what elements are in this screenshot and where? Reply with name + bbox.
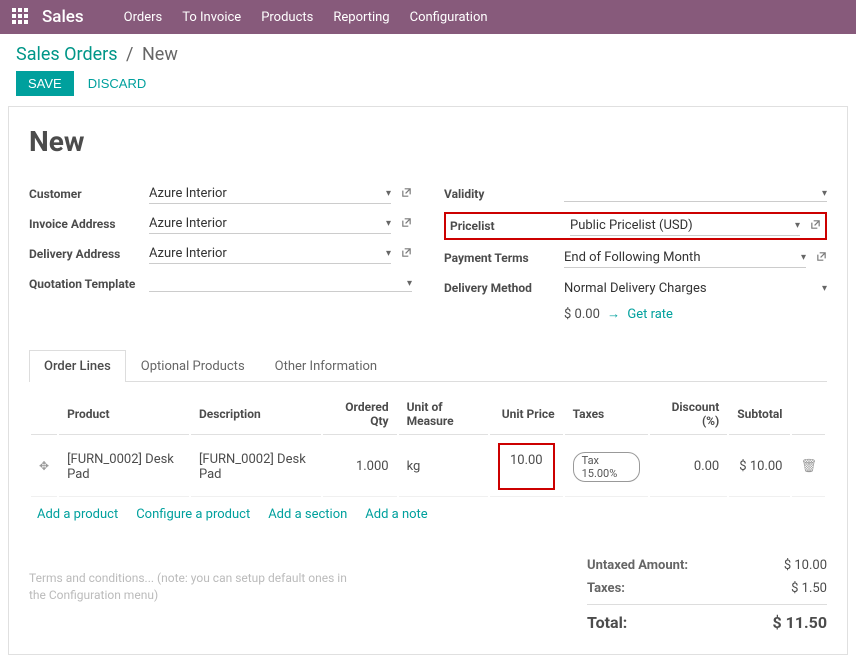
caret-icon[interactable]: ▾ — [822, 188, 827, 199]
customer-label: Customer — [29, 187, 149, 201]
menu-reporting[interactable]: Reporting — [333, 10, 389, 25]
breadcrumb-current: New — [142, 44, 178, 65]
app-name: Sales — [42, 7, 84, 27]
cell-description[interactable]: [FURN_0002] Desk Pad — [191, 437, 321, 497]
payment-label: Payment Terms — [444, 251, 564, 265]
get-rate-link[interactable]: Get rate — [627, 307, 673, 322]
page-title: New — [29, 125, 827, 158]
form-sheet: New Customer Azure Interior ▾ Invoice Ad… — [8, 106, 848, 655]
cell-product[interactable]: [FURN_0002] Desk Pad — [59, 437, 189, 497]
breadcrumb-sales-orders[interactable]: Sales Orders — [16, 44, 118, 65]
th-qty: Ordered Qty — [323, 394, 397, 435]
tab-order-lines[interactable]: Order Lines — [29, 350, 126, 382]
caret-icon[interactable]: ▾ — [822, 283, 827, 294]
topbar: Sales Orders To Invoice Products Reporti… — [0, 0, 856, 34]
invoice-label: Invoice Address — [29, 217, 149, 231]
cell-subtotal: $ 10.00 — [729, 437, 790, 497]
table-row[interactable]: ✥ [FURN_0002] Desk Pad [FURN_0002] Desk … — [31, 437, 825, 497]
caret-icon[interactable]: ▾ — [795, 220, 800, 231]
validity-label: Validity — [444, 187, 564, 201]
caret-icon[interactable]: ▾ — [386, 218, 391, 229]
delivery-method-input[interactable]: Normal Delivery Charges ▾ — [564, 279, 827, 298]
th-discount: Discount (%) — [650, 394, 727, 435]
external-link-icon[interactable] — [401, 247, 412, 261]
untaxed-value: $ 10.00 — [784, 558, 827, 573]
get-rate-row: $ 0.00 → Get rate — [444, 306, 827, 322]
total-value: $ 11.50 — [772, 613, 827, 632]
pricelist-input[interactable]: Public Pricelist (USD) ▾ — [570, 216, 800, 236]
add-note-link[interactable]: Add a note — [365, 507, 427, 522]
caret-icon[interactable]: ▾ — [386, 188, 391, 199]
caret-icon[interactable]: ▾ — [386, 248, 391, 259]
delivery-label: Delivery Address — [29, 247, 149, 261]
add-product-link[interactable]: Add a product — [37, 507, 118, 522]
trash-icon[interactable]: 🗑 — [800, 459, 817, 474]
payment-input[interactable]: End of Following Month ▾ — [564, 248, 806, 268]
right-col: Validity ▾ Pricelist Public Pricelist (U… — [444, 182, 827, 322]
left-col: Customer Azure Interior ▾ Invoice Addres… — [29, 182, 412, 322]
th-subtotal: Subtotal — [729, 394, 790, 435]
save-button[interactable]: SAVE — [16, 71, 74, 96]
th-product: Product — [59, 394, 189, 435]
unit-price-highlight: 10.00 — [498, 443, 555, 490]
terms-input[interactable]: Terms and conditions... (note: you can s… — [29, 570, 349, 604]
customer-input[interactable]: Azure Interior ▾ — [149, 184, 391, 204]
totals: Untaxed Amount: $ 10.00 Taxes: $ 1.50 To… — [587, 554, 827, 636]
discard-button[interactable]: DISCARD — [88, 76, 147, 91]
menu-to-invoice[interactable]: To Invoice — [182, 10, 241, 25]
pricelist-highlight: Pricelist Public Pricelist (USD) ▾ — [444, 212, 827, 240]
template-input[interactable]: ▾ — [149, 276, 412, 292]
menu-configuration[interactable]: Configuration — [410, 10, 488, 25]
th-unit-price: Unit Price — [490, 394, 563, 435]
menu-orders[interactable]: Orders — [124, 10, 163, 25]
th-taxes: Taxes — [565, 394, 648, 435]
th-description: Description — [191, 394, 321, 435]
external-link-icon[interactable] — [816, 251, 827, 265]
rate-amount: $ 0.00 — [564, 307, 600, 322]
caret-icon[interactable]: ▾ — [801, 252, 806, 263]
tax-pill[interactable]: Tax 15.00% — [573, 452, 640, 482]
pricelist-label: Pricelist — [450, 219, 570, 233]
configure-product-link[interactable]: Configure a product — [136, 507, 250, 522]
add-section-link[interactable]: Add a section — [268, 507, 347, 522]
breadcrumb: Sales Orders / New — [0, 34, 856, 71]
external-link-icon[interactable] — [810, 219, 821, 233]
tab-other-info[interactable]: Other Information — [260, 350, 392, 382]
main-menu: Orders To Invoice Products Reporting Con… — [124, 10, 488, 25]
external-link-icon[interactable] — [401, 217, 412, 231]
cell-uom[interactable]: kg — [399, 437, 488, 497]
untaxed-label: Untaxed Amount: — [587, 558, 688, 573]
th-uom: Unit of Measure — [399, 394, 488, 435]
taxes-label: Taxes: — [587, 581, 625, 596]
apps-icon[interactable] — [12, 8, 30, 26]
drag-handle-icon[interactable]: ✥ — [39, 459, 49, 473]
cell-unit-price[interactable]: 10.00 — [490, 437, 563, 497]
template-label: Quotation Template — [29, 277, 149, 291]
taxes-value: $ 1.50 — [791, 581, 827, 596]
menu-products[interactable]: Products — [261, 10, 313, 25]
validity-input[interactable]: ▾ — [564, 186, 827, 202]
cell-qty[interactable]: 1.000 — [323, 437, 397, 497]
total-label: Total: — [587, 613, 627, 632]
caret-icon[interactable]: ▾ — [407, 278, 412, 289]
delivery-method-label: Delivery Method — [444, 281, 564, 295]
order-table: Product Description Ordered Qty Unit of … — [29, 392, 827, 499]
tab-optional-products[interactable]: Optional Products — [126, 350, 260, 382]
arrow-icon: → — [607, 307, 620, 322]
external-link-icon[interactable] — [401, 187, 412, 201]
cell-discount[interactable]: 0.00 — [650, 437, 727, 497]
add-links: Add a product Configure a product Add a … — [29, 499, 827, 530]
delivery-input[interactable]: Azure Interior ▾ — [149, 244, 391, 264]
cell-taxes[interactable]: Tax 15.00% — [565, 437, 648, 497]
invoice-input[interactable]: Azure Interior ▾ — [149, 214, 391, 234]
action-row: SAVE DISCARD — [0, 71, 856, 106]
tabs: Order Lines Optional Products Other Info… — [29, 350, 827, 382]
